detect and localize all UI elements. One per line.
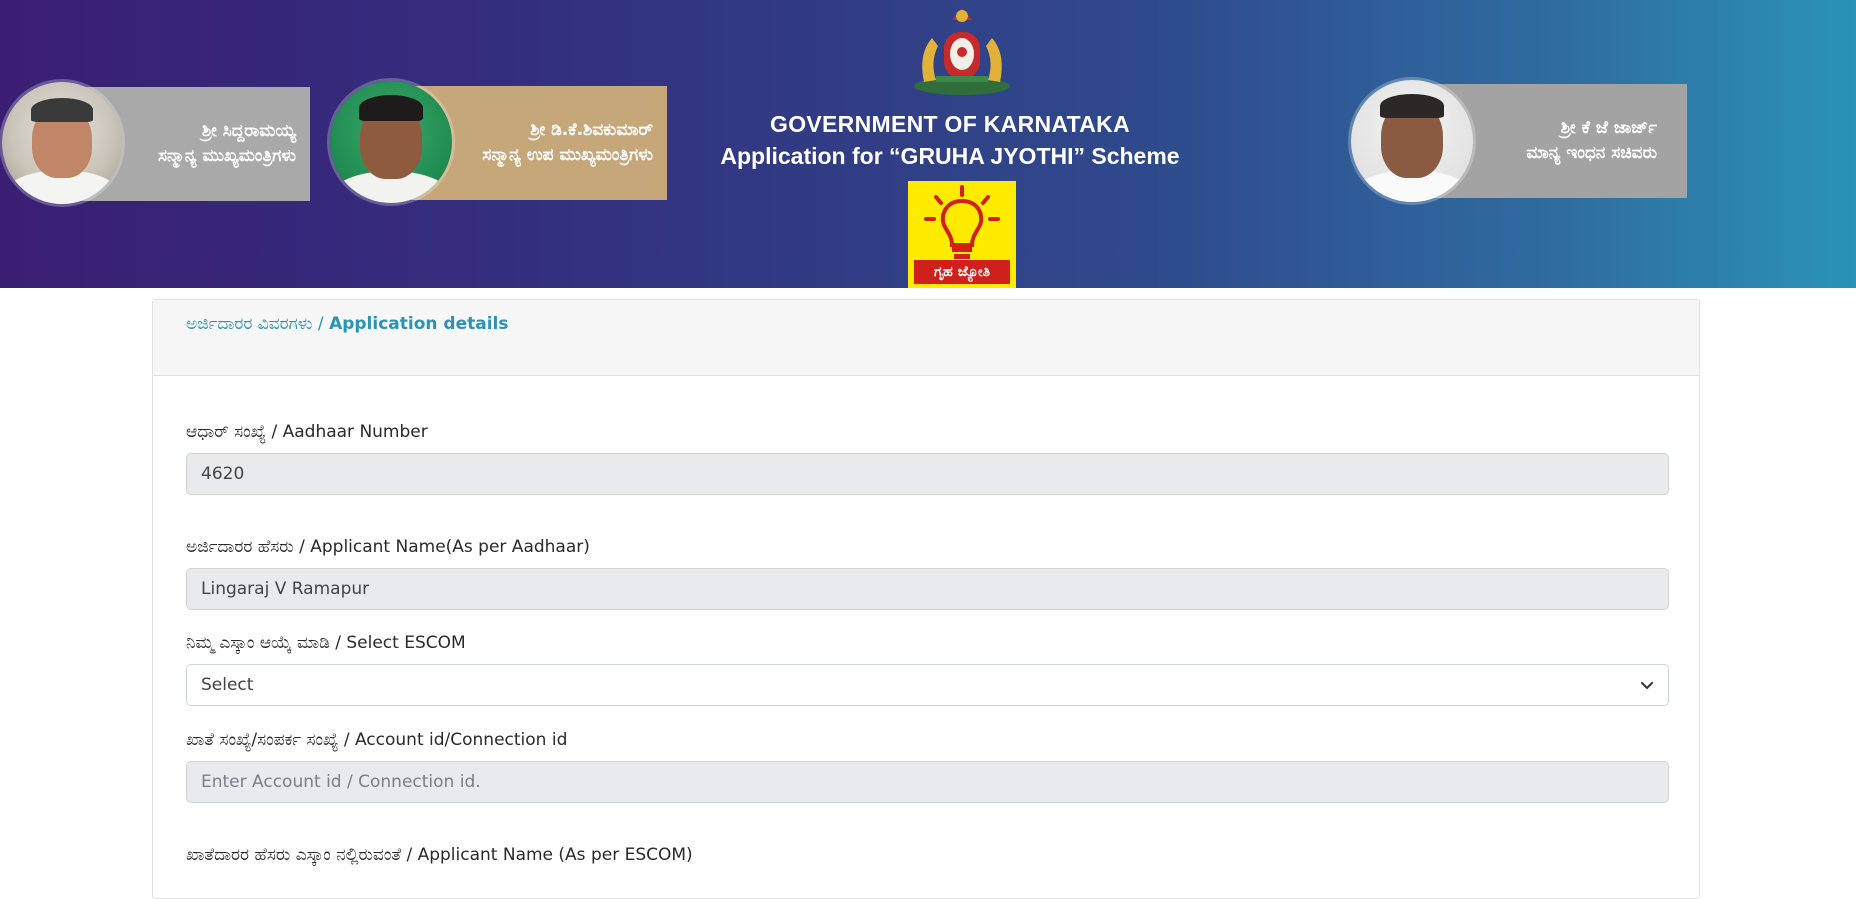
escom-selected-value: Select xyxy=(201,675,254,695)
leader-designation: ಸನ್ಮಾನ್ಯ ಉಪ ಮುಖ್ಯಮಂತ್ರಿಗಳು xyxy=(482,145,653,165)
header-title-kannada: ಅರ್ಜಿದಾರರ ವಿವರಗಳು xyxy=(186,314,313,334)
leader-designation: ಮಾನ್ಯ ಇಂಧನ ಸಚಿವರು xyxy=(1526,143,1657,163)
aadhaar-value: 4620 xyxy=(201,464,245,484)
applicant-name-label: ಅರ್ಜಿದಾರರ ಹೆಸರು / Applicant Name(As per … xyxy=(186,537,590,557)
leader-photo xyxy=(2,82,122,204)
leader-photo xyxy=(330,81,452,203)
karnataka-emblem-icon xyxy=(914,8,1010,95)
header-banner: ಶ್ರೀ ಸಿದ್ದರಾಮಯ್ಯ ಸನ್ಮಾನ್ಯ ಮುಖ್ಯಮಂತ್ರಿಗಳು… xyxy=(0,0,1856,288)
account-id-label: ಖಾತೆ ಸಂಖ್ಯೆ/ಸಂಪರ್ಕ ಸಂಖ್ಯೆ / Account id/C… xyxy=(186,730,568,750)
header-title-english: Application details xyxy=(329,314,509,334)
aadhaar-group: ಆಧಾರ್ ಸಂಖ್ಯೆ / Aadhaar Number 4620 xyxy=(186,420,1669,495)
scheme-title: Application for “GRUHA JYOTHI” Scheme xyxy=(720,143,1180,169)
escom-label: ನಿಮ್ಮ ಎಸ್ಕಾಂ ಆಯ್ಕೆ ಮಾಡಿ / Select ESCOM xyxy=(186,633,466,653)
account-id-placeholder: Enter Account id / Connection id. xyxy=(201,772,481,792)
aadhaar-field[interactable]: 4620 xyxy=(186,453,1669,495)
leader-name: ಶ್ರೀ ಡಿ.ಕೆ.ಶಿವಕುಮಾರ್ xyxy=(530,120,653,140)
gruha-jyothi-logo: ಗೃಹ ಜ್ಯೋತಿ xyxy=(908,181,1016,288)
header-separator: / xyxy=(312,314,330,334)
banner-title: GOVERNMENT OF KARNATAKA Application for … xyxy=(700,108,1200,172)
account-id-input[interactable]: Enter Account id / Connection id. xyxy=(186,761,1669,803)
aadhaar-label: ಆಧಾರ್ ಸಂಖ್ಯೆ / Aadhaar Number xyxy=(186,422,428,442)
escom-select[interactable]: Select xyxy=(186,664,1669,706)
escom-name-group: ಖಾತೆದಾರರ ಹೆಸರು ಎಸ್ಕಾಂ ನಲ್ಲಿರುವಂತೆ / Appl… xyxy=(186,843,1669,867)
chevron-down-icon xyxy=(1641,682,1653,689)
leader-designation: ಸನ್ಮಾನ್ಯ ಮುಖ್ಯಮಂತ್ರಿಗಳು xyxy=(157,146,296,166)
leader-name: ಶ್ರೀ ಸಿದ್ದರಾಮಯ್ಯ xyxy=(201,121,296,141)
applicant-name-field[interactable]: Lingaraj V Ramapur xyxy=(186,568,1669,610)
escom-name-label: ಖಾತೆದಾರರ ಹೆಸರು ಎಸ್ಕಾಂ ನಲ್ಲಿರುವಂತೆ / Appl… xyxy=(186,845,693,865)
logo-caption: ಗೃಹ ಜ್ಯೋತಿ xyxy=(914,260,1010,284)
escom-group: ನಿಮ್ಮ ಎಸ್ಕಾಂ ಆಯ್ಕೆ ಮಾಡಿ / Select ESCOM S… xyxy=(186,631,1669,706)
government-title: GOVERNMENT OF KARNATAKA xyxy=(770,111,1130,137)
card-header: ಅರ್ಜಿದಾರರ ವಿವರಗಳು / Application details xyxy=(153,300,1699,376)
application-card: ಅರ್ಜಿದಾರರ ವಿವರಗಳು / Application details … xyxy=(152,299,1700,899)
applicant-name-value: Lingaraj V Ramapur xyxy=(201,579,370,599)
applicant-name-group: ಅರ್ಜಿದಾರರ ಹೆಸರು / Applicant Name(As per … xyxy=(186,535,1669,610)
account-id-group: ಖಾತೆ ಸಂಖ್ಯೆ/ಸಂಪರ್ಕ ಸಂಖ್ಯೆ / Account id/C… xyxy=(186,728,1669,803)
leader-photo xyxy=(1351,80,1473,202)
lightbulb-icon xyxy=(924,185,1000,259)
leader-name: ಶ್ರೀ ಕೆ ಜೆ ಜಾರ್ಜ್ xyxy=(1560,118,1657,138)
